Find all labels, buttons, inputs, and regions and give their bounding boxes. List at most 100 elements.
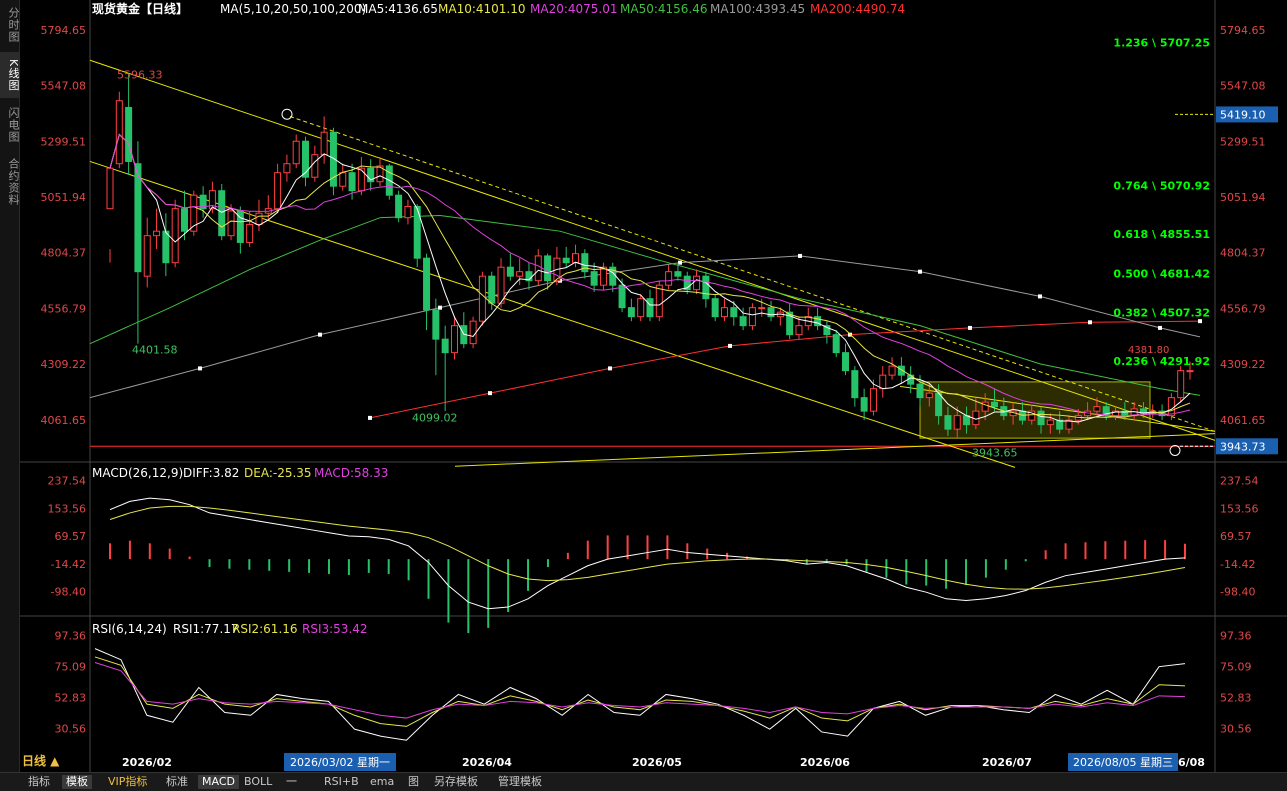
ma100-marker xyxy=(918,269,922,274)
candle-body xyxy=(283,163,291,174)
period-selector[interactable]: 日线 ▲ xyxy=(22,752,88,770)
ma200-marker xyxy=(1088,320,1092,325)
y-tick-label-left: 4556.79 xyxy=(41,302,87,315)
candle-body xyxy=(171,208,179,264)
candle-body xyxy=(311,154,319,178)
ma50-line xyxy=(89,214,1201,396)
macd-params: MACD(26,12,9) xyxy=(92,466,183,480)
candle-body xyxy=(739,316,747,327)
candle-body xyxy=(944,415,952,430)
x-tick-label: 2026/07 xyxy=(982,756,1032,769)
macd-tick-right: 153.56 xyxy=(1220,502,1259,515)
tab-timeshare[interactable]: 分时图 xyxy=(0,2,20,48)
candle-body xyxy=(292,140,300,165)
candle-body xyxy=(180,208,188,232)
tab-kline[interactable]: K线图 xyxy=(0,52,20,98)
y-tick-label-right: 4804.37 xyxy=(1220,247,1266,260)
ma-params: MA(5,10,20,50,100,200) xyxy=(220,2,366,16)
tab-standard[interactable]: 标准 xyxy=(162,775,192,789)
tab-template[interactable]: 模板 xyxy=(62,775,92,789)
tab-one[interactable]: 一 xyxy=(282,775,301,789)
candle-body xyxy=(348,172,356,192)
candle-body xyxy=(143,235,151,277)
candle-body xyxy=(125,106,133,162)
candle-body xyxy=(618,284,626,309)
candle-body xyxy=(506,266,514,277)
candle-body xyxy=(218,190,226,237)
low-label: 4401.58 xyxy=(132,343,178,356)
y-tick-label-left: 5794.65 xyxy=(41,24,87,37)
tab-indicators[interactable]: 指标 xyxy=(24,775,54,789)
candle-body xyxy=(246,223,254,243)
candle-body xyxy=(469,320,477,345)
candle-body xyxy=(599,266,607,286)
tab-chart[interactable]: 图 xyxy=(404,775,423,789)
ma20-line xyxy=(109,133,1191,417)
rsi-series-line xyxy=(94,656,1186,727)
candle-body xyxy=(320,131,328,156)
y-tick-label-left: 4309.22 xyxy=(41,358,87,371)
low-label: 3943.65 xyxy=(972,446,1018,459)
tab-ema[interactable]: ema xyxy=(366,775,398,789)
candle-body xyxy=(497,266,505,304)
tab-boll[interactable]: BOLL xyxy=(240,775,276,789)
rsi-tick-right: 75.09 xyxy=(1220,661,1252,674)
ma200-marker xyxy=(368,415,372,420)
ma200-marker xyxy=(728,343,732,348)
candle-body xyxy=(637,298,645,318)
rsi1-value: RSI1:77.17 xyxy=(173,622,239,636)
candle-body xyxy=(888,365,896,376)
candle-body xyxy=(153,230,161,237)
candle-body xyxy=(627,307,635,318)
y-tick-label-left: 5051.94 xyxy=(41,191,87,204)
candle-body xyxy=(972,410,980,426)
candle-body xyxy=(758,307,766,310)
fib-level-label: 0.618 \ 4855.51 xyxy=(1113,228,1210,241)
candle-body xyxy=(655,284,663,318)
y-tick-label-left: 4061.65 xyxy=(41,414,87,427)
y-tick-label-right: 5051.94 xyxy=(1220,191,1266,204)
trendline-base xyxy=(454,433,1216,467)
tab-rsi-b[interactable]: RSI+B xyxy=(320,775,363,789)
tab-vip-indicators[interactable]: VIP指标 xyxy=(104,775,151,789)
save-template-button[interactable]: 另存模板 xyxy=(430,775,482,789)
ma50-value: MA50:4156.46 xyxy=(620,2,708,16)
candle-body xyxy=(925,392,933,399)
candle-body xyxy=(134,163,142,273)
tab-contract-info[interactable]: 合约资料 xyxy=(0,152,20,212)
candle-body xyxy=(115,100,123,165)
candle-body xyxy=(953,415,961,430)
tab-flash[interactable]: 闪电图 xyxy=(0,102,20,148)
bottom-toolbar: 指标 模板 VIP指标 标准 MACD BOLL 一 RSI+B ema 图 另… xyxy=(0,772,1287,791)
ma100-value: MA100:4393.45 xyxy=(710,2,805,16)
trendline-upper xyxy=(89,59,1216,441)
candle-body xyxy=(562,257,570,264)
candle-body xyxy=(748,307,756,327)
candle-body xyxy=(879,374,887,390)
candle-body xyxy=(395,194,403,219)
candle-body xyxy=(1046,419,1054,426)
y-tick-label-left: 5299.51 xyxy=(41,135,87,148)
x-tick-label: 2026/06 xyxy=(800,756,850,769)
ma100-marker xyxy=(678,260,682,265)
candle-body xyxy=(981,401,989,412)
y-tick-label-left: 4804.37 xyxy=(41,247,87,260)
manage-template-button[interactable]: 管理模板 xyxy=(494,775,546,789)
drawing-anchor-circle xyxy=(281,108,293,120)
candle-body xyxy=(516,271,524,277)
faded-label: 4381.80 xyxy=(1128,345,1169,356)
tab-macd[interactable]: MACD xyxy=(198,775,239,789)
candle-body xyxy=(674,271,682,277)
ma100-line xyxy=(89,255,1201,399)
macd-tick-left: 69.57 xyxy=(55,530,87,543)
candle-body xyxy=(534,255,542,282)
candle-body xyxy=(302,140,310,178)
candle-body xyxy=(432,309,440,340)
ma200-marker xyxy=(608,366,612,371)
chart-area[interactable]: 5794.65 5794.65 5547.08 5547.08 5299.51 5299.… xyxy=(20,0,1287,772)
date-highlight-label: 2026/03/02 星期一 xyxy=(290,756,390,769)
candle-body xyxy=(544,255,552,282)
rsi2-value: RSI2:61.16 xyxy=(232,622,298,636)
price-tag-upper: 5419.10 xyxy=(1220,108,1266,121)
macd-tick-left: 153.56 xyxy=(48,502,87,515)
